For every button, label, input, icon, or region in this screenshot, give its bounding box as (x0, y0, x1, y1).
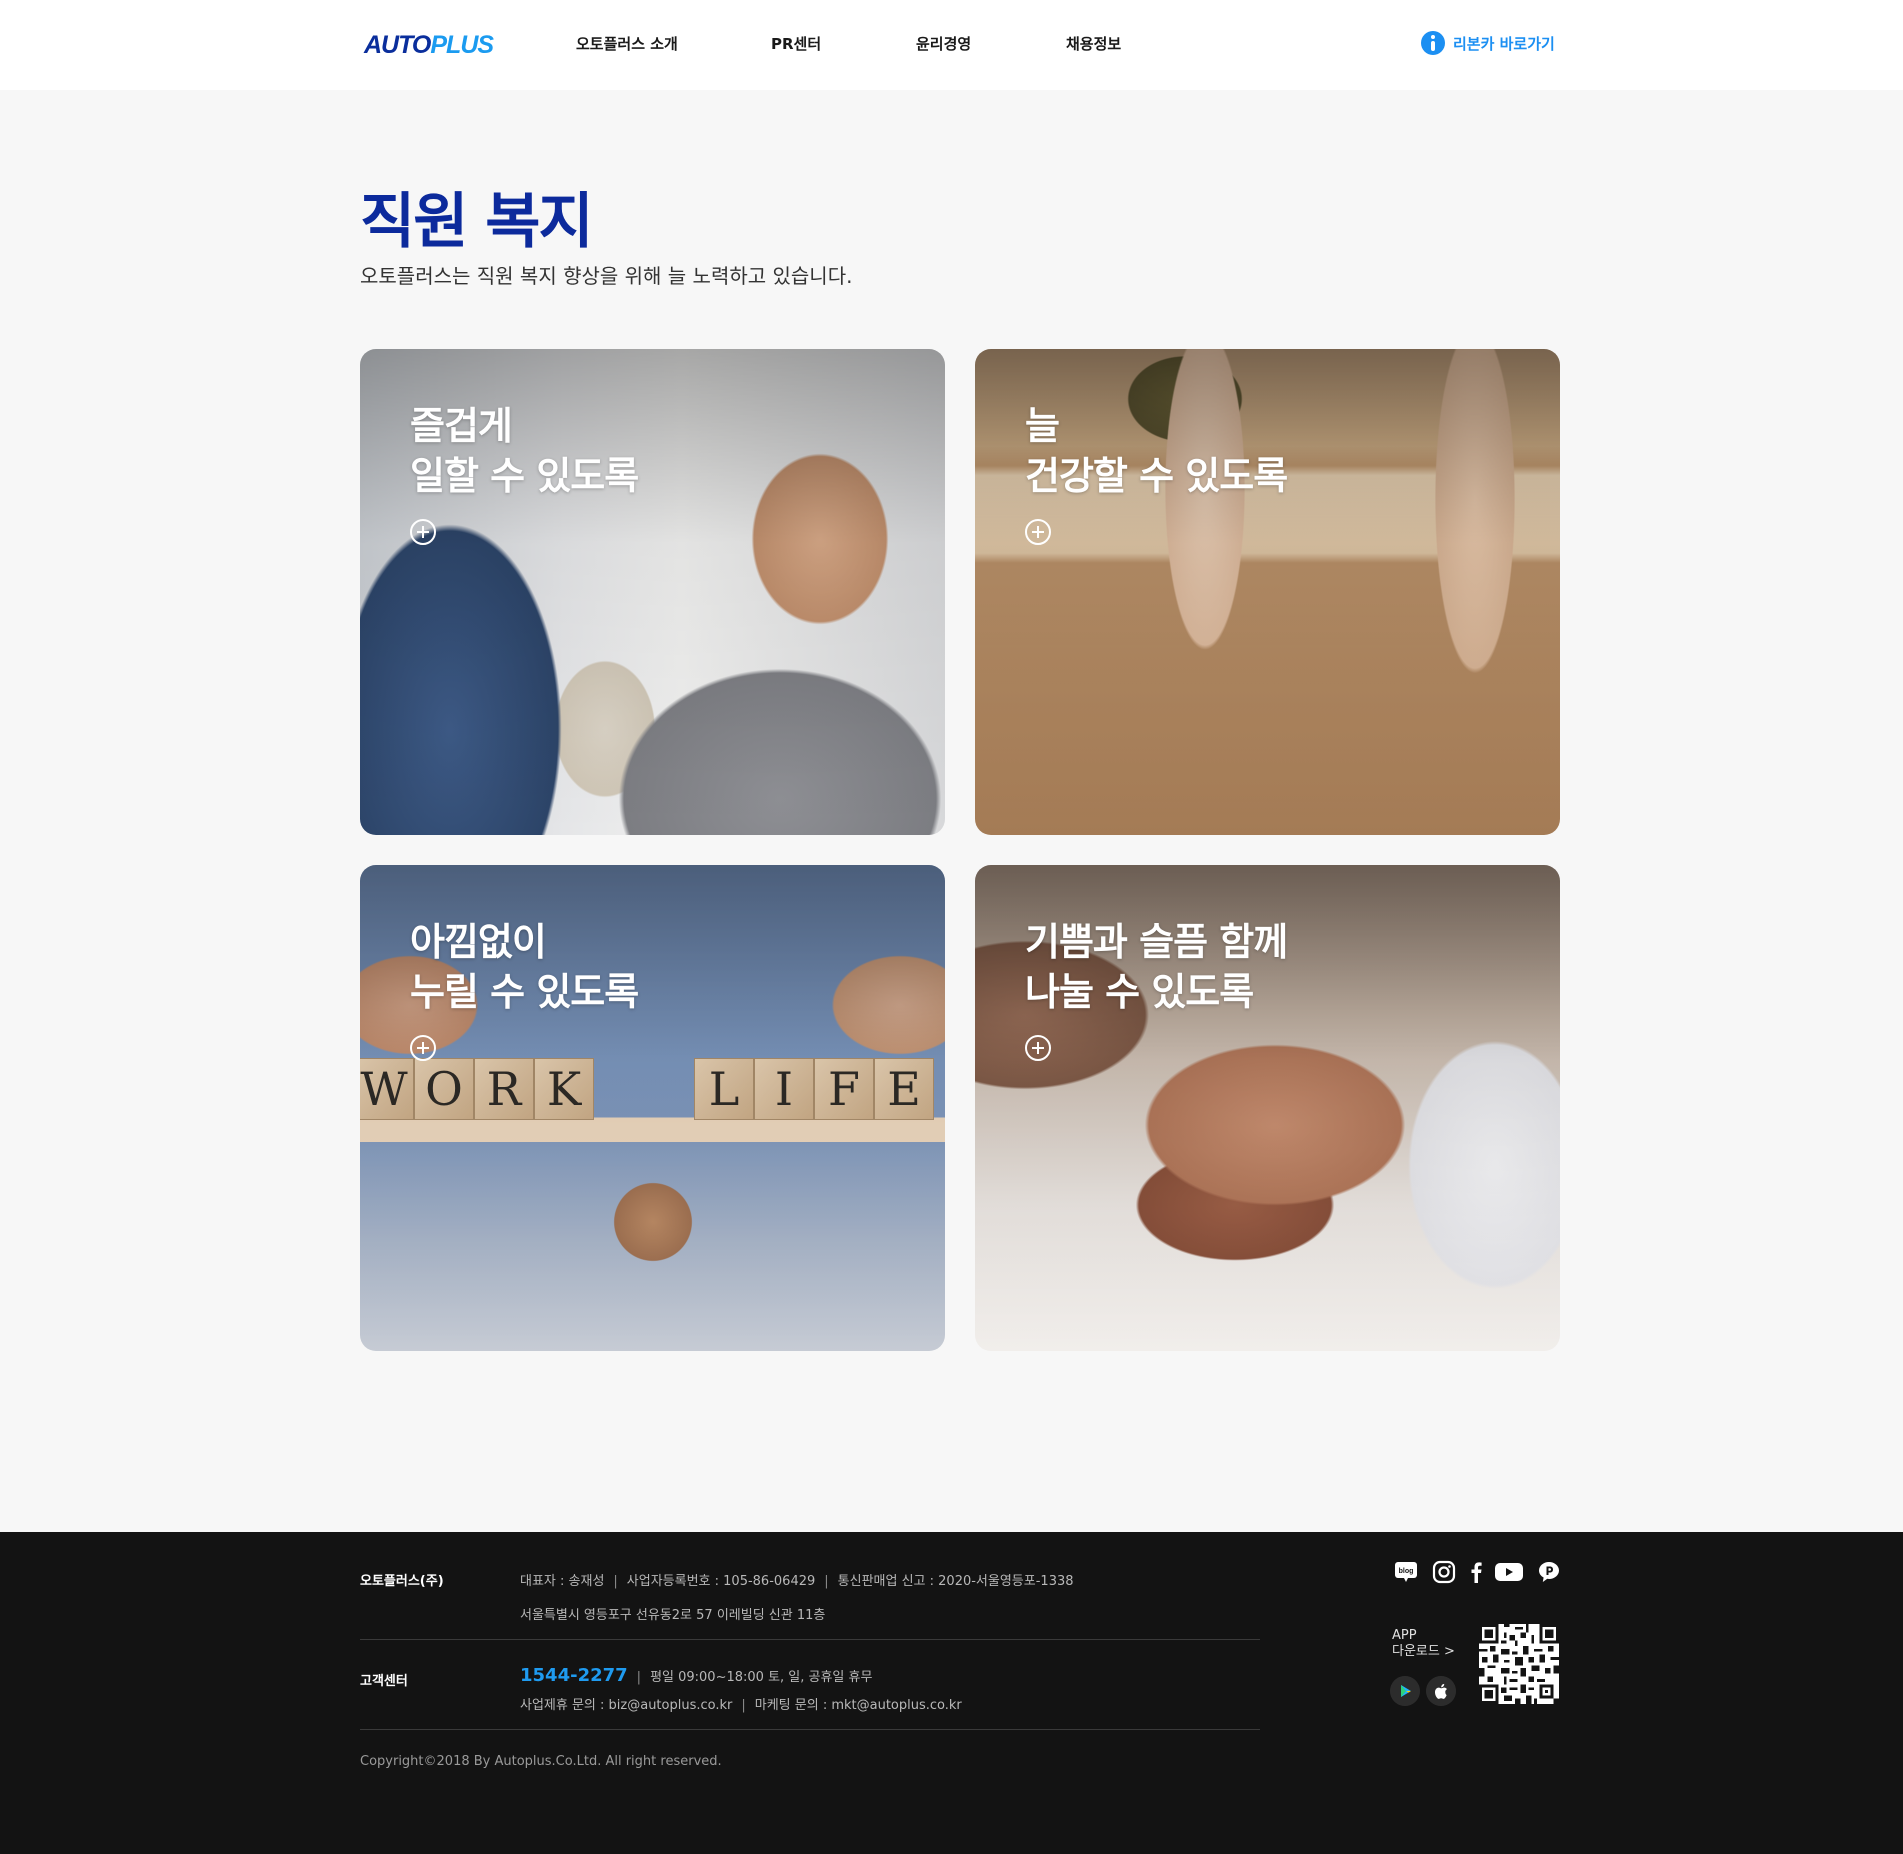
kakao-channel-icon[interactable] (1537, 1560, 1561, 1584)
welfare-card-work[interactable]: 즐겁게 일할 수 있도록 (360, 349, 945, 835)
info-icon (1421, 31, 1445, 55)
card-title: 늘 건강할 수 있도록 (1025, 404, 1288, 498)
divider (360, 1729, 1260, 1730)
card-title: 기쁨과 슬픔 함께 나눌 수 있도록 (1025, 920, 1288, 1014)
nav-pr-center[interactable]: PR센터 (771, 34, 821, 54)
divider (360, 1639, 1260, 1640)
page-title: 직원 복지 (360, 187, 594, 257)
cs-phone[interactable]: 1544-2277 (520, 1665, 628, 1686)
instagram-icon[interactable] (1432, 1560, 1456, 1584)
site-header: AUTOPLUS 오토플러스 소개 PR센터 윤리경영 채용정보 리본카 바로가… (0, 0, 1903, 90)
site-footer: 오토플러스(주) 대표자 : 송재성 | 사업자등록번호 : 105-86-0642… (0, 1532, 1903, 1854)
plus-circle-icon[interactable] (410, 1035, 436, 1061)
nav-recruit[interactable]: 채용정보 (1066, 34, 1121, 54)
company-address: 서울특별시 영등포구 선유동2로 57 이레빌딩 신관 11층 (520, 1608, 826, 1623)
autoplus-logo[interactable]: AUTOPLUS (364, 32, 494, 58)
card-title: 즐겁게 일할 수 있도록 (410, 404, 639, 498)
biz-email[interactable]: 사업제휴 문의 : biz@autoplus.co.kr (520, 1698, 732, 1713)
facebook-icon[interactable] (1464, 1560, 1488, 1584)
page-subtitle: 오토플러스는 직원 복지 향상을 위해 늘 노력하고 있습니다. (360, 264, 853, 288)
welfare-card-health[interactable]: 늘 건강할 수 있도록 (975, 349, 1560, 835)
card-title: 아낌없이 누릴 수 있도록 (410, 920, 639, 1014)
contact-emails: 사업제휴 문의 : biz@autoplus.co.kr | 마케팅 문의 : mk… (520, 1698, 962, 1713)
apple-icon[interactable] (1426, 1676, 1456, 1706)
app-download-label[interactable]: APP 다운로드 > (1392, 1628, 1455, 1660)
cs-label: 고객센터 (360, 1674, 408, 1689)
company-label: 오토플러스(주) (360, 1574, 444, 1589)
qr-code (1479, 1624, 1559, 1704)
nav-ethics[interactable]: 윤리경영 (916, 34, 971, 54)
rental-link[interactable]: 리본카 바로가기 (1421, 29, 1555, 57)
google-play-icon[interactable] (1390, 1676, 1420, 1706)
plus-circle-icon[interactable] (410, 519, 436, 545)
mkt-email[interactable]: 마케팅 문의 : mkt@autoplus.co.kr (755, 1698, 962, 1713)
rental-link-label: 리본카 바로가기 (1453, 34, 1555, 53)
welfare-card-benefits[interactable]: W O R K L I F E 아낌없이 누릴 수 있도록 (360, 865, 945, 1351)
nav-company-intro[interactable]: 오토플러스 소개 (576, 34, 678, 54)
blog-icon[interactable]: blog (1394, 1560, 1418, 1584)
cs-info: 1544-2277 | 평일 09:00~18:00 토, 일, 공휴일 휴무 (520, 1665, 873, 1686)
youtube-icon[interactable] (1494, 1560, 1524, 1584)
copyright: Copyright©2018 By Autoplus.Co.Ltd. All r… (360, 1754, 722, 1769)
svg-text:blog: blog (1399, 1568, 1414, 1575)
company-info: 대표자 : 송재성 | 사업자등록번호 : 105-86-06429 | 통신판매업 신… (520, 1574, 1074, 1589)
welfare-card-sharing[interactable]: 기쁨과 슬픔 함께 나눌 수 있도록 (975, 865, 1560, 1351)
plus-circle-icon[interactable] (1025, 1035, 1051, 1061)
plus-circle-icon[interactable] (1025, 519, 1051, 545)
